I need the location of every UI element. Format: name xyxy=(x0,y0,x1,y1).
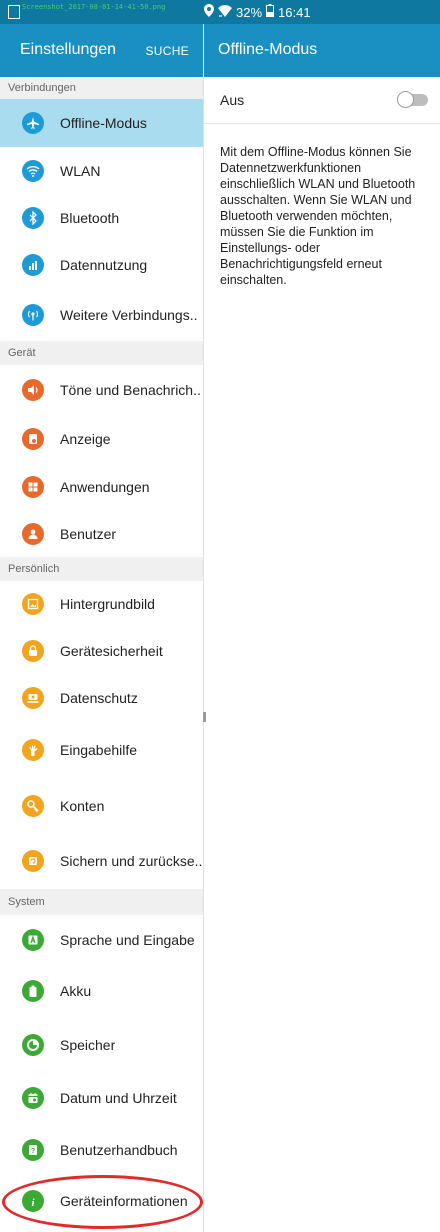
privacy-icon xyxy=(22,687,44,709)
settings-item-label: Weitere Verbindungs.. xyxy=(60,307,198,323)
settings-item-label: Speicher xyxy=(60,1037,116,1053)
settings-item-konten[interactable]: Konten xyxy=(0,779,203,833)
settings-item-label: Gerätesicherheit xyxy=(60,643,163,659)
settings-item-offline-modus[interactable]: Offline-Modus xyxy=(0,99,203,147)
clock: 16:41 xyxy=(278,4,311,20)
settings-item-label: Bluetooth xyxy=(60,210,120,226)
settings-item-weitere-verbindungs[interactable]: Weitere Verbindungs.. xyxy=(0,289,203,341)
settings-item-töne-und-benachrich[interactable]: Töne und Benachrich.. xyxy=(0,365,203,415)
settings-item-label: WLAN xyxy=(60,163,101,179)
language-icon xyxy=(22,929,44,951)
apps-icon xyxy=(22,476,44,498)
settings-item-speicher[interactable]: Speicher xyxy=(0,1017,203,1073)
sound-icon xyxy=(22,379,44,401)
detail-pane: Aus Mit dem Offline-Modus können Sie Dat… xyxy=(204,77,440,288)
settings-item-hintergrundbild[interactable]: Hintergrundbild xyxy=(0,581,203,627)
info-icon: i xyxy=(22,1190,44,1212)
settings-item-label: Eingabehilfe xyxy=(60,742,138,758)
airplane-icon xyxy=(22,112,44,134)
offline-mode-description: Mit dem Offline-Modus können Sie Datenne… xyxy=(220,145,416,287)
display-icon xyxy=(22,428,44,450)
toggle-state-label: Aus xyxy=(220,92,245,108)
lock-icon xyxy=(22,640,44,662)
settings-item-eingabehilfe[interactable]: Eingabehilfe xyxy=(0,721,203,779)
settings-item-datum-und-uhrzeit[interactable]: Datum und Uhrzeit xyxy=(0,1073,203,1123)
settings-item-gerätesicherheit[interactable]: Gerätesicherheit xyxy=(0,627,203,675)
data-usage-icon xyxy=(22,254,44,276)
settings-item-label: Hintergrundbild xyxy=(60,596,155,612)
detail-app-bar: Offline-Modus xyxy=(204,24,440,77)
calendar-icon xyxy=(22,1087,44,1109)
settings-item-bluetooth[interactable]: Bluetooth xyxy=(0,195,203,241)
screenshot-notification-icon xyxy=(8,5,20,19)
settings-item-datennutzung[interactable]: Datennutzung xyxy=(0,241,203,289)
section-header: Verbindungen xyxy=(0,77,203,99)
settings-item-label: Datennutzung xyxy=(60,257,148,273)
wifi-icon xyxy=(22,160,44,182)
wifi-signal-icon xyxy=(218,4,232,20)
status-bar: Screenshot_2017-08-01-14-41-50.png 32% 1… xyxy=(0,0,440,24)
settings-app-bar: Einstellungen SUCHE xyxy=(0,24,203,77)
settings-item-benutzerhandbuch[interactable]: ? Benutzerhandbuch xyxy=(0,1123,203,1177)
pane-resize-handle[interactable] xyxy=(203,712,206,722)
settings-item-label: Benutzer xyxy=(60,526,117,542)
manual-icon: ? xyxy=(22,1139,44,1161)
settings-item-sichern-und-zurückse[interactable]: Sichern und zurückse.. xyxy=(0,833,203,889)
settings-item-geräteinformationen[interactable]: i Geräteinformationen xyxy=(0,1177,203,1225)
section-header: Gerät xyxy=(0,341,203,365)
svg-text:i: i xyxy=(31,1197,35,1208)
settings-item-label: Konten xyxy=(60,798,105,814)
location-icon xyxy=(204,4,214,20)
switch-knob xyxy=(397,91,414,108)
settings-item-label: Sprache und Eingabe xyxy=(60,932,195,948)
svg-text:?: ? xyxy=(31,1148,35,1155)
search-button[interactable]: SUCHE xyxy=(145,44,189,58)
settings-item-label: Sichern und zurückse.. xyxy=(60,853,203,869)
bluetooth-icon xyxy=(22,207,44,229)
key-icon xyxy=(22,795,44,817)
offline-mode-switch[interactable] xyxy=(397,91,428,108)
settings-item-label: Anzeige xyxy=(60,431,111,447)
storage-icon xyxy=(22,1034,44,1056)
settings-item-anzeige[interactable]: Anzeige xyxy=(0,415,203,463)
section-header: System xyxy=(0,889,203,915)
user-icon xyxy=(22,523,44,545)
settings-item-label: Töne und Benachrich.. xyxy=(60,382,201,398)
settings-list: Verbindungen Offline-Modus WLAN Bluetooth Da… xyxy=(0,77,203,1225)
settings-item-wlan[interactable]: WLAN xyxy=(0,147,203,195)
settings-item-label: Offline-Modus xyxy=(60,115,147,131)
settings-item-label: Anwendungen xyxy=(60,479,150,495)
backup-icon xyxy=(22,850,44,872)
section-header: Persönlich xyxy=(0,557,203,581)
settings-item-label: Geräteinformationen xyxy=(60,1193,188,1209)
accessibility-icon xyxy=(22,739,44,761)
battery-icon xyxy=(266,4,275,20)
settings-item-label: Benutzerhandbuch xyxy=(60,1142,178,1158)
settings-item-label: Datum und Uhrzeit xyxy=(60,1090,177,1106)
more-connections-icon xyxy=(22,304,44,326)
offline-mode-toggle-row[interactable]: Aus xyxy=(204,77,440,124)
settings-item-anwendungen[interactable]: Anwendungen xyxy=(0,463,203,511)
battery-percent: 32% xyxy=(236,4,263,20)
settings-title: Einstellungen xyxy=(20,41,117,58)
settings-item-label: Datenschutz xyxy=(60,690,138,706)
settings-item-label: Akku xyxy=(60,983,92,999)
settings-item-benutzer[interactable]: Benutzer xyxy=(0,511,203,557)
detail-title: Offline-Modus xyxy=(218,41,318,58)
battery-icon xyxy=(22,980,44,1002)
screenshot-filename: Screenshot_2017-08-01-14-41-50.png xyxy=(22,3,166,11)
settings-item-akku[interactable]: Akku xyxy=(0,965,203,1017)
settings-item-sprache-und-eingabe[interactable]: Sprache und Eingabe xyxy=(0,915,203,965)
settings-item-datenschutz[interactable]: Datenschutz xyxy=(0,675,203,721)
wallpaper-icon xyxy=(22,593,44,615)
